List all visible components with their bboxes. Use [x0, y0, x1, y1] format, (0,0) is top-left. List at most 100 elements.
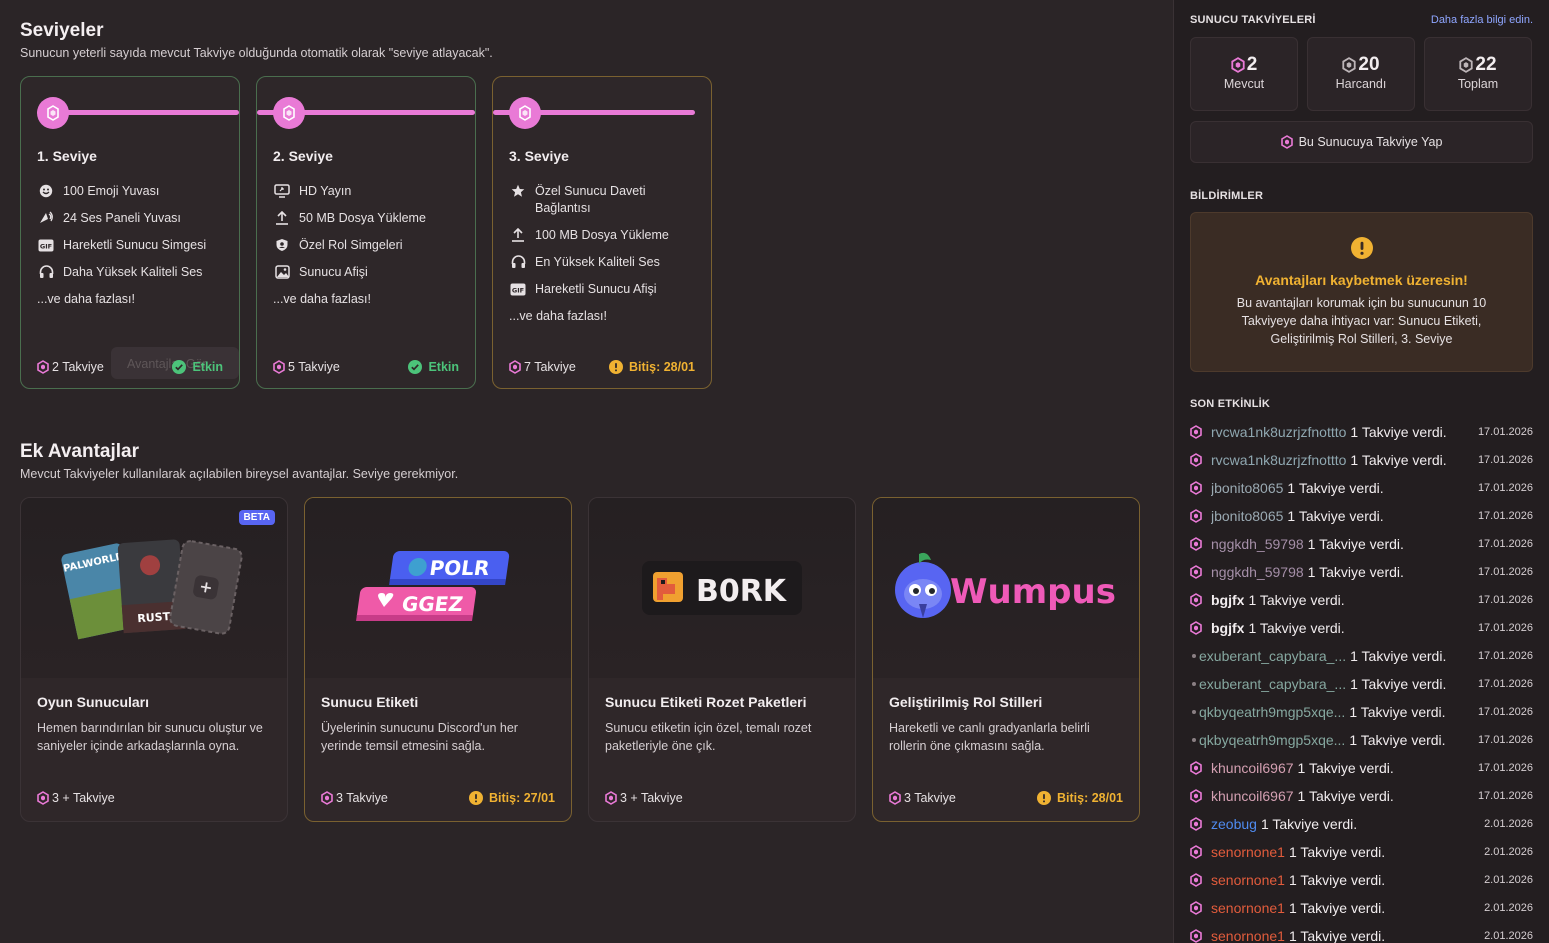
tier-title: 3. Seviye: [509, 148, 569, 164]
boost-count: 3 + Takviye: [37, 791, 115, 805]
activity-username[interactable]: nggkdh_59798: [1211, 536, 1304, 552]
activity-username[interactable]: senornone1: [1211, 928, 1285, 943]
notification-title: Avantajları kaybetmek üzeresin!: [1255, 272, 1468, 288]
boost-gem-icon: [1190, 565, 1204, 579]
activity-item: rvcwa1nk8uzrjzfnottto 1 Takviye verdi. 17.…: [1190, 446, 1533, 474]
learn-more-link[interactable]: Daha fazla bilgi edin.: [1431, 14, 1533, 26]
boost-gem-icon: [605, 791, 617, 805]
boost-gem-icon: [1231, 57, 1245, 73]
status-dot-icon: [1192, 682, 1196, 686]
warning-icon: [468, 791, 483, 805]
activity-username[interactable]: bgjfx: [1211, 620, 1244, 636]
perk-card-role-styles[interactable]: Wumpus Geliştirilmiş Rol Stilleri Hareke…: [872, 497, 1140, 822]
activity-username[interactable]: qkbyqeatrh9mgp5xqe...: [1199, 732, 1345, 748]
image-icon: [273, 264, 291, 280]
activity-date: 17.01.2026: [1477, 510, 1533, 522]
tier-card-1[interactable]: 1. Seviye 100 Emoji Yuvası 24 Ses Paneli…: [20, 76, 240, 389]
boosts-label: SUNUCU TAKVİYELERİ: [1190, 14, 1316, 26]
activity-username[interactable]: qkbyqeatrh9mgp5xqe...: [1199, 704, 1345, 720]
activity-username[interactable]: senornone1: [1211, 872, 1285, 888]
levels-subtitle: Sunucun yeterli sayıda mevcut Takviye ol…: [20, 46, 493, 60]
activity-username[interactable]: khuncoil6967: [1211, 788, 1294, 804]
boost-gem-icon: [1190, 761, 1204, 775]
tier-card-3[interactable]: 3. Seviye Özel Sunucu Daveti Bağlantısı …: [492, 76, 712, 389]
activity-text: 1 Takviye verdi.: [1287, 508, 1384, 524]
role-styles-illustration: Wumpus: [895, 552, 1116, 618]
activity-username[interactable]: zeobug: [1211, 816, 1257, 832]
extra-perks-section: Ek Avantajlar Mevcut Takviyeler kullanıl…: [20, 441, 1172, 822]
activity-text: 1 Takviye verdi.: [1260, 816, 1358, 832]
activity-item: bgjfx 1 Takviye verdi. 17.01.2026: [1190, 614, 1533, 642]
tier-progress: [37, 97, 239, 129]
card-title: Oyun Sunucuları: [37, 694, 150, 710]
beta-badge: BETA: [238, 510, 275, 525]
check-circle-icon: [408, 360, 423, 374]
boost-gem-icon: [1190, 929, 1204, 943]
activity-username[interactable]: rvcwa1nk8uzrjzfnottto: [1211, 452, 1346, 468]
boost-server-button[interactable]: Bu Sunucuya Takviye Yap: [1190, 121, 1533, 163]
status-dot-icon: [1192, 710, 1196, 714]
activity-item: jbonito8065 1 Takviye verdi. 17.01.2026: [1190, 474, 1533, 502]
gif-icon: GIF: [37, 237, 55, 253]
activity-text: 1 Takviye verdi.: [1307, 564, 1404, 580]
perk-item: Daha Yüksek Kaliteli Ses: [37, 264, 229, 281]
activity-date: 17.01.2026: [1477, 566, 1533, 578]
activity-date: 17.01.2026: [1477, 622, 1533, 634]
perk-list: 100 Emoji Yuvası 24 Ses Paneli Yuvası GI…: [37, 183, 229, 318]
status-dot-icon: [1192, 738, 1196, 742]
main-content: Seviyeler Sunucun yeterli sayıda mevcut …: [0, 0, 1172, 943]
levels-title: Seviyeler: [20, 20, 104, 41]
card-title: Sunucu Etiketi: [321, 694, 419, 710]
activity-username[interactable]: senornone1: [1211, 844, 1285, 860]
perk-card-badge-packs[interactable]: B0RK Sunucu Etiketi Rozet Paketleri Sunu…: [588, 497, 856, 822]
boost-gem-icon: [37, 791, 49, 805]
stat-value: 22: [1475, 54, 1497, 75]
tier-footer: 5 Takviye Etkin: [273, 360, 459, 374]
perk-card-game-servers[interactable]: BETA PALWORLD RUST Oyun Sunucuları Hemen…: [20, 497, 288, 822]
activity-item: senornone1 1 Takviye verdi. 2.01.2026: [1190, 894, 1533, 922]
card-art: B0RK: [589, 498, 855, 678]
perk-item: Özel Sunucu Daveti Bağlantısı: [509, 183, 701, 217]
activity-item: jbonito8065 1 Takviye verdi. 17.01.2026: [1190, 502, 1533, 530]
card-footer: 3 + Takviye: [605, 791, 839, 805]
activity-username[interactable]: jbonito8065: [1211, 480, 1283, 496]
server-tag-illustration: POLR GGEZ: [356, 551, 510, 621]
activity-date: 2.01.2026: [1484, 874, 1533, 886]
status-dot-icon: [1192, 654, 1196, 658]
boost-gem-icon: [1190, 845, 1204, 859]
tier-card-2[interactable]: 2. Seviye HD Yayın 50 MB Dosya Yükleme Ö…: [256, 76, 476, 389]
activity-date: 17.01.2026: [1477, 426, 1533, 438]
card-footer: 3 Takviye Bitiş: 28/01: [889, 791, 1123, 805]
activity-text: 1 Takviye verdi.: [1288, 844, 1386, 860]
notifications-header: BİLDİRİMLER: [1190, 190, 1533, 202]
status-active: Etkin: [172, 360, 223, 374]
activity-username[interactable]: exuberant_capybara_...: [1199, 648, 1346, 664]
activity-username[interactable]: jbonito8065: [1211, 508, 1283, 524]
boost-gem-icon: [1190, 621, 1204, 635]
activity-label: SON ETKİNLİK: [1190, 398, 1271, 410]
activity-username[interactable]: exuberant_capybara_...: [1199, 676, 1346, 692]
tier-title: 2. Seviye: [273, 148, 333, 164]
activity-text: 1 Takviye verdi.: [1349, 732, 1446, 748]
boost-gem-outline-icon: [1342, 57, 1357, 73]
activity-date: 2.01.2026: [1484, 902, 1533, 914]
activity-date: 17.01.2026: [1477, 650, 1533, 662]
card-description: Hareketli ve canlı gradyanlarla belirli …: [889, 721, 1090, 753]
tier-title: 1. Seviye: [37, 148, 97, 164]
perk-card-server-tag[interactable]: POLR GGEZ Sunucu Etiketi Üyelerinin sunu…: [304, 497, 572, 822]
activity-username[interactable]: senornone1: [1211, 900, 1285, 916]
emoji-icon: [37, 183, 55, 199]
activity-username[interactable]: khuncoil6967: [1211, 760, 1294, 776]
activity-username[interactable]: rvcwa1nk8uzrjzfnottto: [1211, 424, 1346, 440]
activity-username[interactable]: nggkdh_59798: [1211, 564, 1304, 580]
activity-text: 1 Takviye verdi.: [1349, 704, 1446, 720]
bork-tag-text: B0RK: [696, 574, 788, 609]
card-art: Wumpus: [873, 498, 1139, 678]
status-expiring: Bitiş: 27/01: [468, 791, 555, 805]
activity-username[interactable]: bgjfx: [1211, 592, 1244, 608]
stat-value: 2: [1246, 54, 1258, 75]
card-art: POLR GGEZ: [305, 498, 571, 678]
boost-count: 7 Takviye: [509, 360, 576, 374]
stat-label: Mevcut: [1223, 77, 1265, 91]
boost-count: 3 Takviye: [321, 791, 388, 805]
